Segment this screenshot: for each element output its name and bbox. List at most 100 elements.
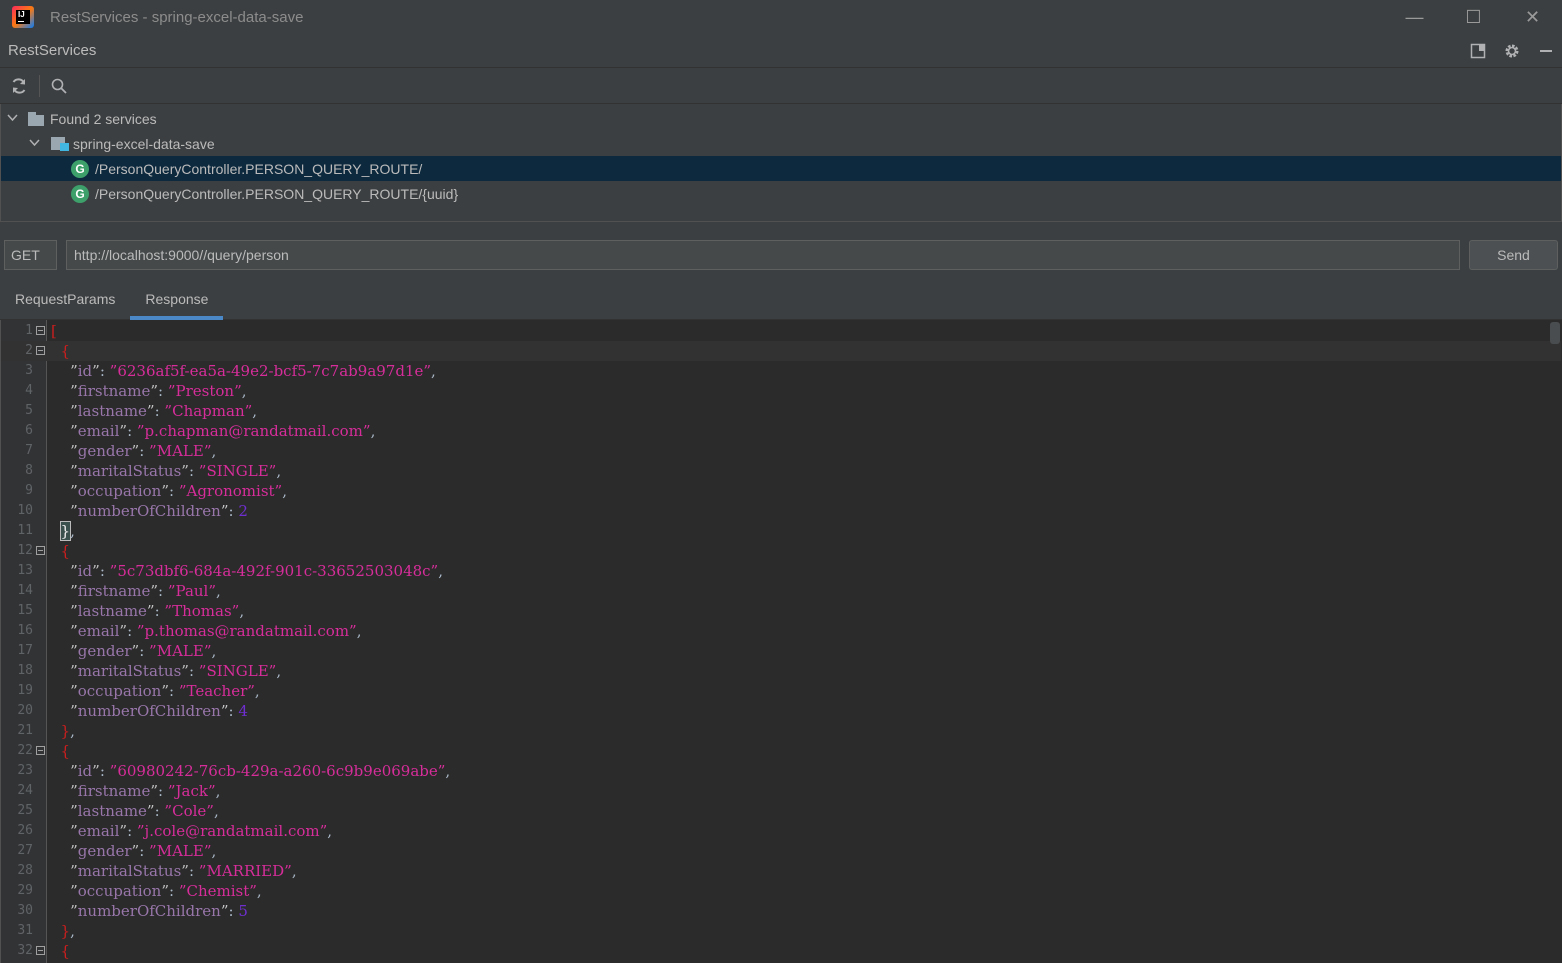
code-line: 11 }, [1, 521, 1561, 541]
endpoint-label: /PersonQueryController.PERSON_QUERY_ROUT… [95, 185, 459, 202]
toolbar-separator [39, 74, 40, 97]
code-text: ”firstname”: ”Paul”, [70, 582, 221, 600]
code-text: { [60, 742, 71, 760]
tree-root-label: Found 2 services [50, 110, 157, 127]
code-line: 31 }, [1, 921, 1561, 941]
minimize-window-button[interactable]: — [1385, 0, 1444, 34]
code-text: ”lastname”: ”Thomas”, [70, 602, 245, 620]
fold-toggle-icon[interactable] [36, 746, 45, 755]
tree-endpoint-item[interactable]: G /PersonQueryController.PERSON_QUERY_RO… [1, 156, 1561, 181]
fold-toggle-icon[interactable] [36, 946, 45, 955]
vertical-scrollbar[interactable] [1550, 322, 1560, 344]
code-text: ”id”: ”60980242-76cb-429a-a260-6c9b9e069… [70, 762, 451, 780]
code-text: ”lastname”: ”Cole”, [70, 802, 219, 820]
services-tree: Found 2 services spring-excel-data-save … [0, 104, 1562, 222]
code-line: 25 ”lastname”: ”Cole”, [1, 801, 1561, 821]
send-button[interactable]: Send [1469, 240, 1558, 270]
http-method-field[interactable]: GET [4, 240, 57, 270]
code-line: 27 ”gender”: ”MALE”, [1, 841, 1561, 861]
refresh-icon[interactable] [8, 75, 30, 97]
tool-window-header: RestServices [0, 34, 1562, 68]
code-line: 2 { [1, 341, 1561, 361]
url-input[interactable]: http://localhost:9000//query/person [66, 240, 1460, 270]
code-line: 17 ”gender”: ”MALE”, [1, 641, 1561, 661]
fold-toggle-icon[interactable] [36, 326, 45, 335]
line-number: 27 [17, 843, 33, 858]
tree-module-label: spring-excel-data-save [73, 135, 215, 152]
layout-icon[interactable] [1468, 41, 1488, 61]
tab-response[interactable]: Response [130, 278, 224, 320]
chevron-down-icon[interactable] [6, 112, 18, 126]
code-line: 18 ”maritalStatus”: ”SINGLE”, [1, 661, 1561, 681]
code-text: ”email”: ”j.cole@randatmail.com”, [70, 822, 333, 840]
code-line: 3 ”id”: ”6236af5f-ea5a-49e2-bcf5-7c7ab9a… [1, 361, 1561, 381]
tool-window-title: RestServices [8, 42, 97, 59]
endpoint-label: /PersonQueryController.PERSON_QUERY_ROUT… [95, 160, 423, 177]
code-line: 22 { [1, 741, 1561, 761]
code-text: ”occupation”: ”Agronomist”, [70, 482, 288, 500]
close-window-button[interactable]: ✕ [1503, 0, 1562, 34]
code-text: ”lastname”: ”Chapman”, [70, 402, 258, 420]
line-number: 31 [17, 923, 33, 938]
gear-icon[interactable] [1502, 41, 1522, 61]
window-controls: — ☐ ✕ [1385, 0, 1562, 34]
code-line: 19 ”occupation”: ”Teacher”, [1, 681, 1561, 701]
line-number: 15 [17, 603, 33, 618]
tree-endpoint-item[interactable]: G /PersonQueryController.PERSON_QUERY_RO… [1, 181, 1561, 206]
line-number: 17 [17, 643, 33, 658]
code-line: 20 ”numberOfChildren”: 4 [1, 701, 1561, 721]
code-text: ”maritalStatus”: ”SINGLE”, [70, 662, 282, 680]
code-line: 15 ”lastname”: ”Thomas”, [1, 601, 1561, 621]
fold-toggle-icon[interactable] [36, 546, 45, 555]
chevron-down-icon[interactable] [28, 137, 40, 151]
tab-request-params[interactable]: RequestParams [0, 278, 130, 320]
module-icon [51, 136, 69, 151]
code-text: }, [59, 521, 75, 541]
code-line: 4 ”firstname”: ”Preston”, [1, 381, 1561, 401]
line-number: 10 [17, 503, 33, 518]
code-text: ”id”: ”6236af5f-ea5a-49e2-bcf5-7c7ab9a97… [70, 362, 436, 380]
code-text: ”firstname”: ”Jack”, [70, 782, 221, 800]
code-line: 28 ”maritalStatus”: ”MARRIED”, [1, 861, 1561, 881]
code-line: 12 { [1, 541, 1561, 561]
code-text: ”numberOfChildren”: 4 [70, 702, 248, 720]
code-line: 30 ”numberOfChildren”: 5 [1, 901, 1561, 921]
folder-icon [28, 111, 44, 126]
minimize-icon[interactable] [1536, 41, 1556, 61]
code-text: [ [51, 322, 57, 340]
line-number: 19 [17, 683, 33, 698]
line-number: 4 [25, 383, 33, 398]
code-line: 24 ”firstname”: ”Jack”, [1, 781, 1561, 801]
line-number: 18 [17, 663, 33, 678]
code-text: ”email”: ”p.chapman@randatmail.com”, [70, 422, 376, 440]
line-number: 8 [25, 463, 33, 478]
code-text: ”firstname”: ”Preston”, [70, 382, 247, 400]
fold-toggle-icon[interactable] [36, 346, 45, 355]
line-number: 5 [25, 403, 33, 418]
tree-module-node[interactable]: spring-excel-data-save [1, 131, 1561, 156]
tree-root-node[interactable]: Found 2 services [1, 106, 1561, 131]
line-number: 11 [17, 523, 33, 538]
line-number: 3 [25, 363, 33, 378]
code-line: 6 ”email”: ”p.chapman@randatmail.com”, [1, 421, 1561, 441]
search-icon[interactable] [48, 75, 70, 97]
line-number: 32 [17, 943, 33, 958]
code-text: ”maritalStatus”: ”SINGLE”, [70, 462, 282, 480]
code-text: ”numberOfChildren”: 2 [70, 502, 248, 520]
code-line: 10 ”numberOfChildren”: 2 [1, 501, 1561, 521]
line-number: 7 [25, 443, 33, 458]
line-number: 28 [17, 863, 33, 878]
code-line: 1[ [1, 321, 1561, 341]
line-number: 13 [17, 563, 33, 578]
line-number: 6 [25, 423, 33, 438]
response-editor[interactable]: 1[2 {3 ”id”: ”6236af5f-ea5a-49e2-bcf5-7c… [0, 320, 1562, 963]
code-line: 9 ”occupation”: ”Agronomist”, [1, 481, 1561, 501]
code-line: 23 ”id”: ”60980242-76cb-429a-a260-6c9b9e… [1, 761, 1561, 781]
toolbar [0, 68, 1562, 104]
line-number: 21 [17, 723, 33, 738]
maximize-window-button[interactable]: ☐ [1444, 0, 1503, 34]
line-number: 25 [17, 803, 33, 818]
line-number: 26 [17, 823, 33, 838]
code-text: { [60, 942, 71, 960]
line-number: 20 [17, 703, 33, 718]
